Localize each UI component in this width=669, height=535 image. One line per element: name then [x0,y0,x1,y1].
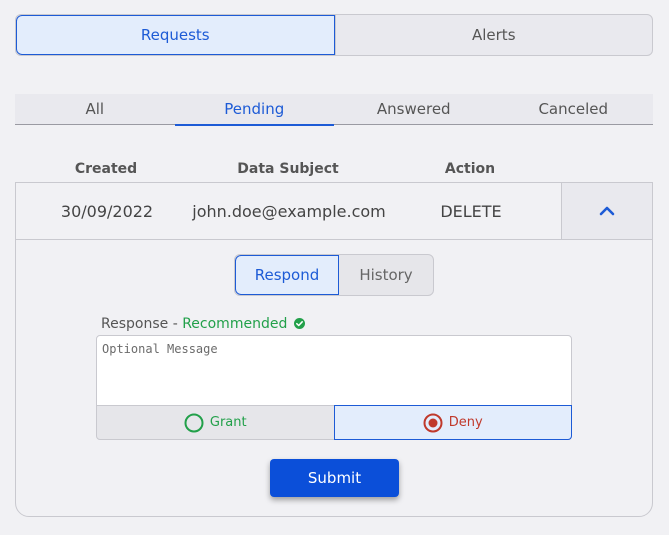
request-card: 30/09/2022 john.doe@example.com DELETE R… [15,182,653,517]
radio-unchecked-icon [184,413,204,432]
response-choice-group: Grant Deny [96,405,572,440]
detail-tab-bar: Respond History [234,254,434,296]
radio-checked-icon [423,413,443,432]
submit-button[interactable]: Submit [270,459,399,497]
message-input[interactable] [96,335,572,406]
cell-action: DELETE [440,202,502,221]
filter-tab-all[interactable]: All [15,94,175,124]
column-header-created: Created [74,161,138,177]
cell-created: 30/09/2022 [60,202,154,221]
response-label: Response - Recommended [101,316,305,332]
filter-tab-pending[interactable]: Pending [174,94,335,126]
check-circle-icon [293,318,305,329]
deny-option[interactable]: Deny [333,405,572,440]
table-header: Created Data Subject Action [15,158,653,182]
cell-data-subject: john.doe@example.com [192,202,386,221]
column-header-action: Action [444,161,496,177]
status-filter-tabs: All Pending Answered Canceled [15,94,654,126]
table-row[interactable]: 30/09/2022 john.doe@example.com DELETE [16,183,652,240]
tab-respond[interactable]: Respond [235,255,339,295]
deny-label: Deny [448,415,483,430]
response-label-text: Response - [101,316,183,332]
grant-label: Grant [209,415,247,430]
top-tab-bar: Requests Alerts [15,14,653,56]
tab-requests[interactable]: Requests [16,15,335,55]
column-header-data-subject: Data Subject [237,161,339,177]
filter-tab-answered[interactable]: Answered [334,94,494,124]
recommended-label: Recommended [182,316,288,332]
tab-alerts[interactable]: Alerts [334,15,653,55]
collapse-row-button[interactable] [561,183,652,239]
filter-tab-canceled[interactable]: Canceled [494,94,654,124]
grant-option[interactable]: Grant [97,406,334,439]
tab-history[interactable]: History [339,255,433,295]
chevron-up-icon [599,206,615,216]
